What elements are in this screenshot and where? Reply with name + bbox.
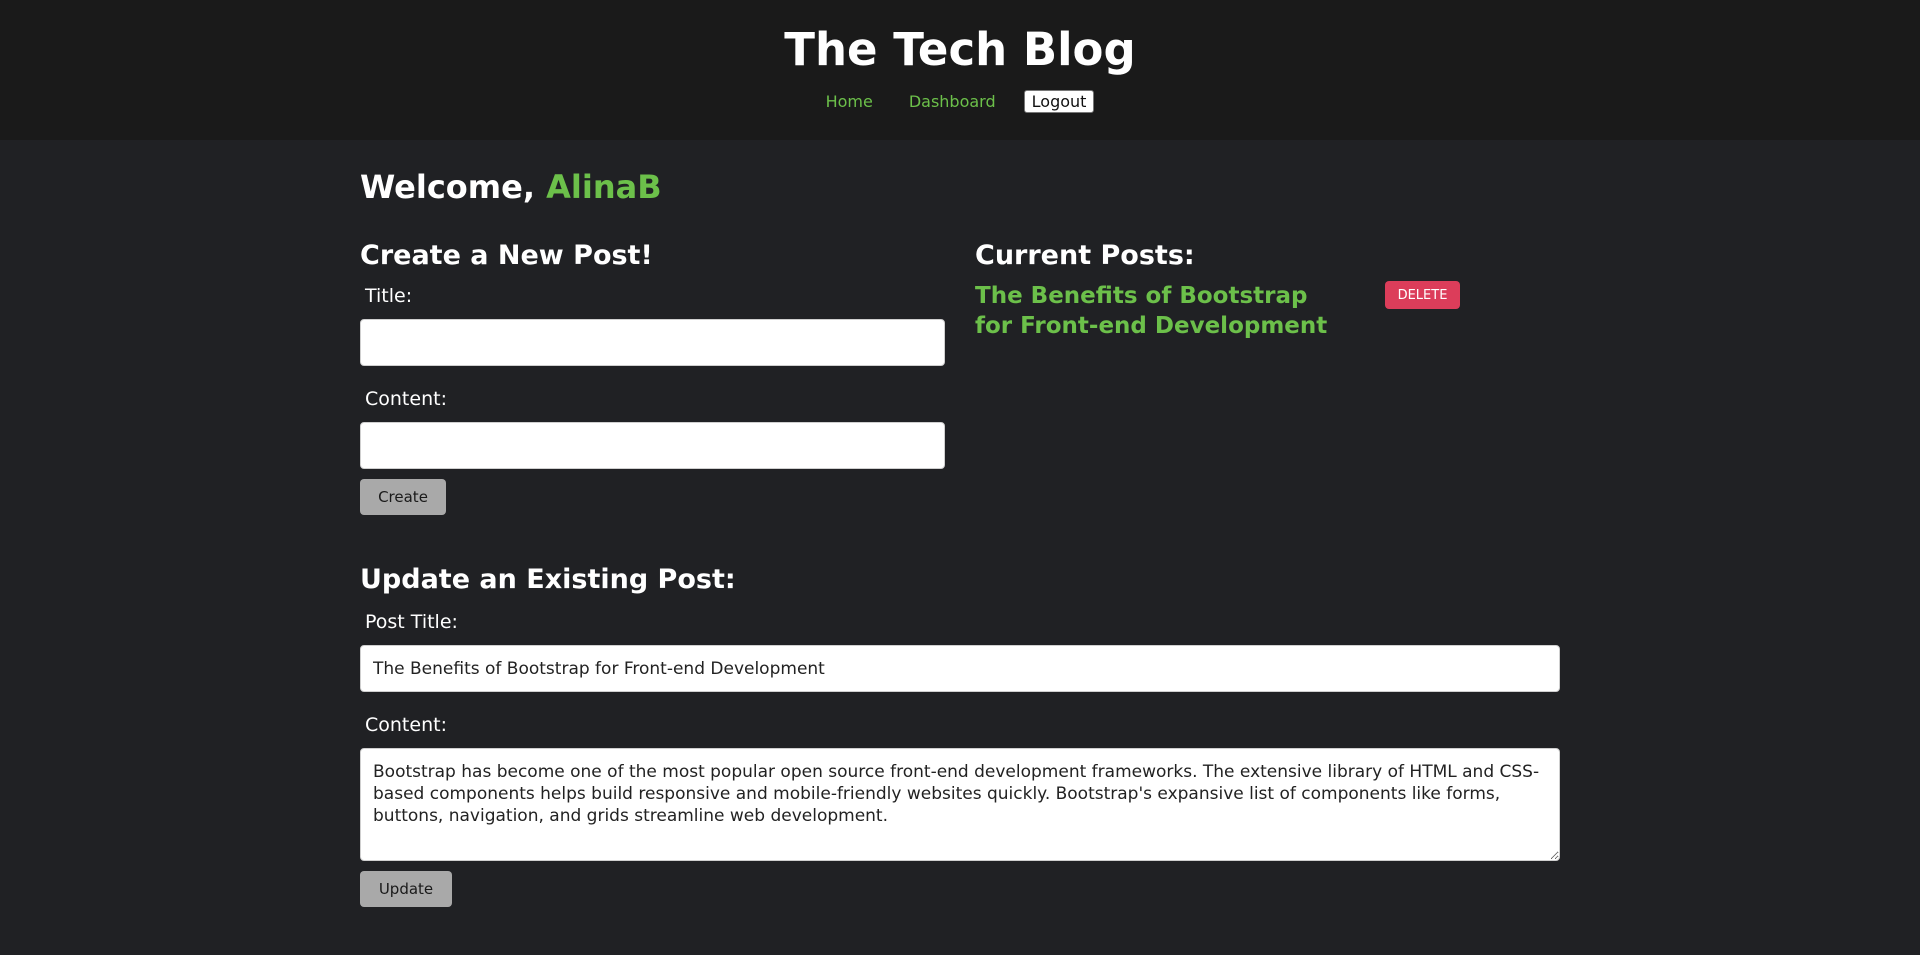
create-title-label: Title:	[365, 285, 413, 307]
create-post-form: Create a New Post! Title: Content: Creat…	[360, 240, 945, 515]
update-title-input[interactable]	[360, 645, 1560, 692]
create-button[interactable]: Create	[360, 479, 446, 515]
update-post-form: Update an Existing Post: Post Title: Con…	[360, 564, 1560, 907]
update-button[interactable]: Update	[360, 871, 452, 907]
dashboard-main: Welcome, AlinaB Create a New Post! Title…	[0, 140, 1920, 955]
post-list-item: The Benefits of Bootstrap for Front-end …	[975, 281, 1460, 341]
update-post-heading: Update an Existing Post:	[360, 564, 736, 595]
site-header: The Tech Blog Home Dashboard Logout	[0, 0, 1920, 140]
logout-button[interactable]: Logout	[1023, 90, 1095, 113]
current-posts-heading: Current Posts:	[975, 240, 1195, 271]
update-title-label: Post Title:	[365, 611, 458, 633]
create-post-heading: Create a New Post!	[360, 240, 653, 271]
delete-post-button[interactable]: DELETE	[1385, 281, 1460, 309]
site-title: The Tech Blog	[784, 23, 1136, 76]
welcome-heading: Welcome, AlinaB	[360, 168, 662, 206]
welcome-username: AlinaB	[546, 168, 662, 206]
welcome-prefix: Welcome,	[360, 168, 535, 206]
post-title-link[interactable]: The Benefits of Bootstrap for Front-end …	[975, 281, 1335, 341]
current-posts: Current Posts: The Benefits of Bootstrap…	[975, 240, 1460, 341]
update-content-textarea[interactable]: Bootstrap has become one of the most pop…	[360, 748, 1560, 861]
nav-dashboard-link[interactable]: Dashboard	[909, 92, 996, 111]
main-nav: Home Dashboard Logout	[0, 90, 1920, 113]
nav-home-link[interactable]: Home	[826, 92, 873, 111]
update-content-label: Content:	[365, 714, 447, 736]
create-title-input[interactable]	[360, 319, 945, 366]
create-content-input[interactable]	[360, 422, 945, 469]
create-content-label: Content:	[365, 388, 447, 410]
